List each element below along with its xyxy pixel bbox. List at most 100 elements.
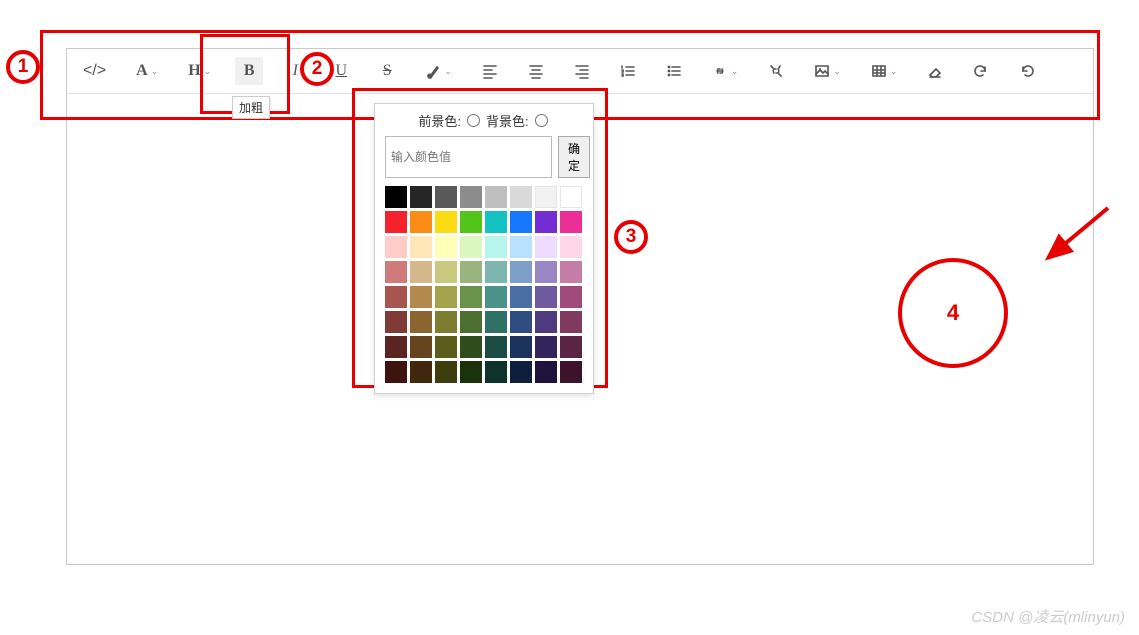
color-swatch[interactable] <box>385 286 407 308</box>
color-swatch[interactable] <box>435 211 457 233</box>
unlink-button[interactable] <box>762 57 790 85</box>
brush-icon <box>425 63 441 79</box>
color-swatch[interactable] <box>485 361 507 383</box>
color-swatch[interactable] <box>460 311 482 333</box>
color-swatch[interactable] <box>410 261 432 283</box>
color-value-input[interactable] <box>385 136 552 178</box>
color-picker-button[interactable]: ⌄ <box>419 57 458 85</box>
color-swatch[interactable] <box>535 336 557 358</box>
color-swatch[interactable] <box>560 236 582 258</box>
align-left-button[interactable] <box>476 57 504 85</box>
color-swatch[interactable] <box>510 311 532 333</box>
color-swatch[interactable] <box>485 236 507 258</box>
color-swatch[interactable] <box>485 311 507 333</box>
color-swatch[interactable] <box>460 361 482 383</box>
chevron-down-icon: ⌄ <box>151 66 159 77</box>
color-swatch[interactable] <box>560 211 582 233</box>
bold-button[interactable]: B <box>235 57 263 85</box>
strike-button-icon: S <box>383 62 392 80</box>
color-swatch[interactable] <box>410 211 432 233</box>
color-swatch[interactable] <box>460 186 482 208</box>
color-swatch[interactable] <box>385 211 407 233</box>
heading-button[interactable]: H⌄ <box>182 57 217 85</box>
table-button[interactable]: ⌄ <box>865 57 904 85</box>
color-swatch[interactable] <box>535 211 557 233</box>
color-swatch[interactable] <box>410 286 432 308</box>
color-swatch[interactable] <box>410 336 432 358</box>
color-swatch[interactable] <box>435 286 457 308</box>
bold-tooltip: 加粗 <box>232 96 270 119</box>
color-swatch[interactable] <box>460 286 482 308</box>
align-right-button[interactable] <box>568 57 596 85</box>
color-swatch[interactable] <box>460 236 482 258</box>
color-swatch[interactable] <box>510 186 532 208</box>
italic-button[interactable]: I <box>281 57 309 85</box>
color-swatch[interactable] <box>410 186 432 208</box>
color-swatch[interactable] <box>485 211 507 233</box>
color-swatch[interactable] <box>560 311 582 333</box>
unlink-icon <box>768 63 784 79</box>
color-swatch[interactable] <box>510 236 532 258</box>
color-swatch[interactable] <box>460 261 482 283</box>
image-icon <box>814 63 830 79</box>
unordered-list-button[interactable] <box>660 57 688 85</box>
color-swatch[interactable] <box>560 336 582 358</box>
color-confirm-button[interactable]: 确定 <box>558 136 590 178</box>
color-swatch[interactable] <box>435 186 457 208</box>
background-radio[interactable] <box>535 114 548 127</box>
color-swatch[interactable] <box>535 186 557 208</box>
color-swatch[interactable] <box>560 186 582 208</box>
color-swatch[interactable] <box>485 336 507 358</box>
bold-button-icon: B <box>244 62 255 80</box>
color-swatch[interactable] <box>510 361 532 383</box>
color-swatch[interactable] <box>485 286 507 308</box>
color-swatch[interactable] <box>385 236 407 258</box>
color-swatch[interactable] <box>510 261 532 283</box>
watermark: CSDN @凌云(mlinyun) <box>971 606 1125 627</box>
color-swatch[interactable] <box>535 261 557 283</box>
color-swatch[interactable] <box>460 336 482 358</box>
color-swatch[interactable] <box>410 236 432 258</box>
color-swatch[interactable] <box>435 361 457 383</box>
color-swatch[interactable] <box>385 261 407 283</box>
color-swatch[interactable] <box>510 211 532 233</box>
color-swatch[interactable] <box>410 311 432 333</box>
color-swatch[interactable] <box>535 286 557 308</box>
redo-button[interactable] <box>967 57 995 85</box>
color-swatch[interactable] <box>385 361 407 383</box>
code-view-button[interactable]: </> <box>77 57 112 85</box>
color-swatch[interactable] <box>385 186 407 208</box>
color-swatch[interactable] <box>510 286 532 308</box>
color-swatch[interactable] <box>560 261 582 283</box>
color-swatch[interactable] <box>535 361 557 383</box>
heading-button-icon: H <box>188 62 200 80</box>
ordered-list-button[interactable] <box>614 57 642 85</box>
align-center-button[interactable] <box>522 57 550 85</box>
color-swatch[interactable] <box>435 336 457 358</box>
underline-button[interactable]: U <box>327 57 355 85</box>
color-swatch[interactable] <box>560 286 582 308</box>
color-swatch[interactable] <box>535 311 557 333</box>
font-family-button[interactable]: A⌄ <box>130 57 164 85</box>
color-swatch[interactable] <box>385 311 407 333</box>
color-swatch[interactable] <box>435 236 457 258</box>
color-swatch[interactable] <box>410 361 432 383</box>
eraser-button[interactable] <box>921 57 949 85</box>
color-swatch[interactable] <box>460 211 482 233</box>
undo-button[interactable] <box>1013 57 1041 85</box>
color-swatch[interactable] <box>560 361 582 383</box>
color-swatch[interactable] <box>485 261 507 283</box>
underline-button-icon: U <box>335 62 347 80</box>
color-swatch[interactable] <box>510 336 532 358</box>
color-swatch[interactable] <box>535 236 557 258</box>
image-button[interactable]: ⌄ <box>808 57 847 85</box>
align-center-icon <box>528 63 544 79</box>
chevron-down-icon: ⌄ <box>833 66 841 77</box>
color-swatch[interactable] <box>435 311 457 333</box>
color-swatch[interactable] <box>485 186 507 208</box>
color-swatch[interactable] <box>435 261 457 283</box>
color-swatch[interactable] <box>385 336 407 358</box>
foreground-radio[interactable] <box>467 114 480 127</box>
strike-button[interactable]: S <box>373 57 401 85</box>
link-button[interactable]: ⌄ <box>706 57 745 85</box>
